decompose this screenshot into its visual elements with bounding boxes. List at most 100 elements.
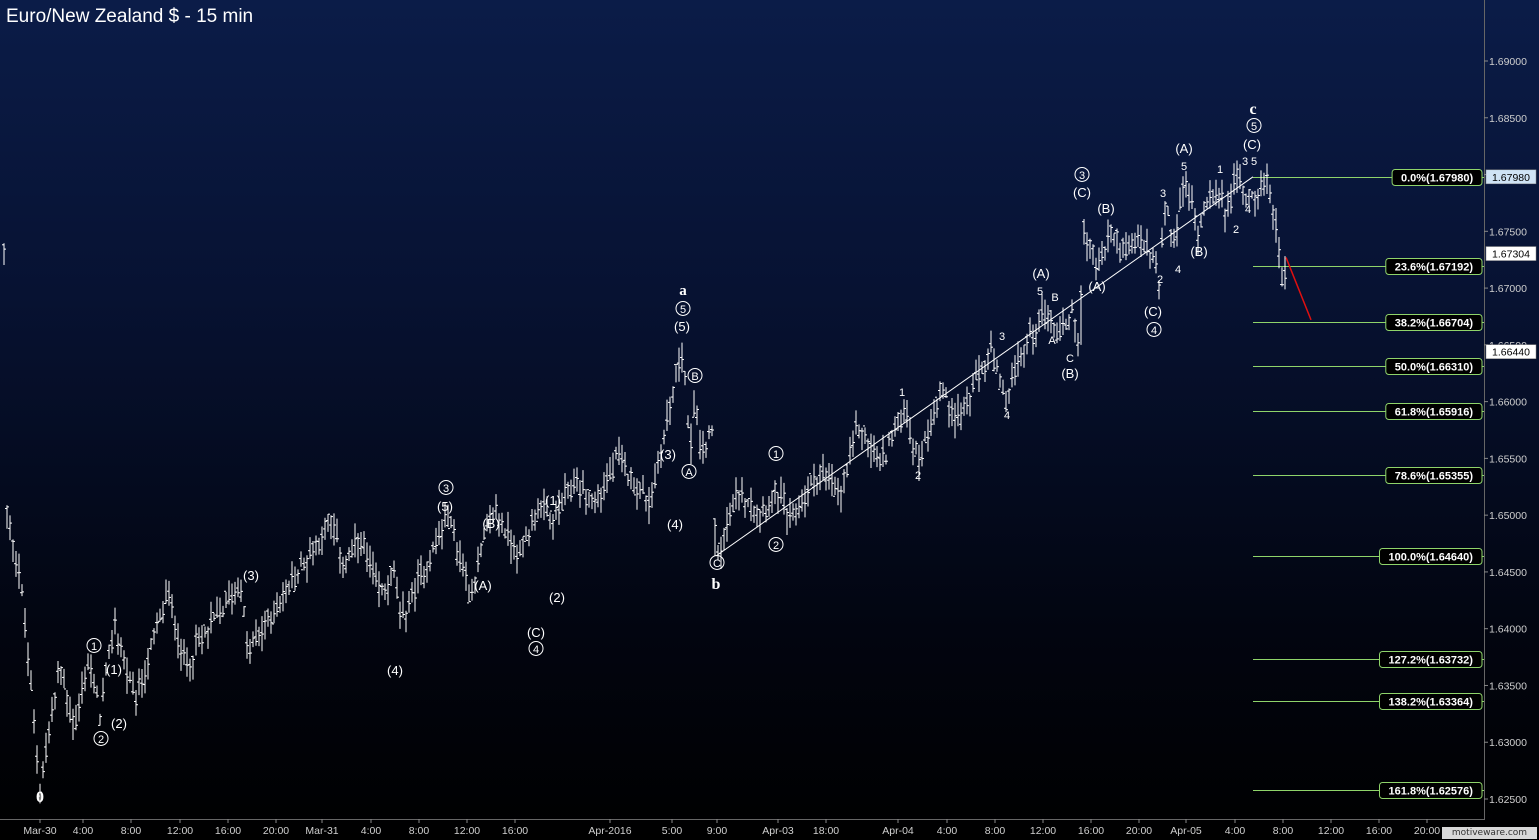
price-bar xyxy=(74,704,78,731)
svg-text:0: 0 xyxy=(36,789,44,806)
price-bar xyxy=(671,386,675,403)
svg-text:(1): (1) xyxy=(545,493,561,508)
wave-label: 4 xyxy=(528,640,544,656)
price-bar xyxy=(206,626,210,649)
x-tick-label: 8:00 xyxy=(985,825,1006,837)
price-bar xyxy=(713,518,717,557)
price-bar xyxy=(452,519,456,542)
price-bar xyxy=(218,597,222,625)
svg-text:4: 4 xyxy=(1175,264,1181,276)
price-bar xyxy=(395,576,399,599)
price-bar xyxy=(740,477,744,503)
price-bar xyxy=(920,440,924,467)
price-bar xyxy=(110,630,114,654)
price-bar xyxy=(8,515,12,541)
price-bar xyxy=(746,498,750,508)
price-bar xyxy=(632,477,636,496)
wave-label: b xyxy=(712,576,721,593)
price-bar xyxy=(1178,187,1182,212)
price-bar xyxy=(947,400,951,428)
price-bar xyxy=(125,657,129,694)
svg-text:(C): (C) xyxy=(1073,185,1091,200)
svg-text:(C): (C) xyxy=(1144,304,1162,319)
y-tick-label: 1.67000 xyxy=(1489,283,1527,295)
wave-label: 5 xyxy=(1181,161,1187,173)
price-bar xyxy=(1166,205,1170,217)
price-bar xyxy=(1274,208,1278,243)
price-bar xyxy=(353,523,357,558)
fib-label: 61.8%(1.65916) xyxy=(1395,407,1474,419)
price-bar xyxy=(731,494,735,513)
price-bar xyxy=(389,565,393,587)
price-bar xyxy=(401,591,405,619)
y-tick-label: 1.62500 xyxy=(1489,794,1527,806)
svg-text:2: 2 xyxy=(915,470,921,482)
price-bar xyxy=(581,470,585,494)
svg-text:(2): (2) xyxy=(111,716,127,731)
fib-label: 0.0%(1.67980) xyxy=(1401,173,1473,185)
wave-label: (C) xyxy=(1144,304,1162,319)
price-bar xyxy=(635,478,639,510)
wave-label: 5 xyxy=(1251,156,1257,168)
svg-text:4: 4 xyxy=(1151,325,1157,337)
price-bar xyxy=(1079,285,1083,345)
wave-label: 2 xyxy=(915,470,921,482)
price-bar xyxy=(1085,232,1089,262)
price-bar xyxy=(695,405,699,426)
wave-label: 1 xyxy=(1217,164,1223,176)
price-bar xyxy=(758,508,762,533)
fib-label: 127.2%(1.63732) xyxy=(1389,655,1474,667)
price-bar xyxy=(662,429,666,445)
price-bar xyxy=(683,370,687,386)
svg-text:(3): (3) xyxy=(243,568,259,583)
price-bar xyxy=(320,526,324,556)
price-bar xyxy=(1058,316,1062,341)
price-bar xyxy=(293,566,297,593)
price-bar xyxy=(725,506,729,542)
y-tick-label: 1.64000 xyxy=(1489,624,1527,636)
svg-text:1: 1 xyxy=(773,449,779,461)
price-bar xyxy=(134,689,138,716)
price-bar xyxy=(2,243,6,266)
svg-text:3: 3 xyxy=(1242,156,1248,168)
svg-text:1: 1 xyxy=(91,641,97,653)
price-bar xyxy=(188,658,192,682)
price-bar xyxy=(224,590,228,609)
price-bar xyxy=(575,467,579,492)
price-bar xyxy=(161,601,165,624)
price-bar xyxy=(596,484,600,508)
price-bar xyxy=(518,540,522,557)
price-bar xyxy=(620,444,624,473)
price-bar xyxy=(413,578,417,612)
svg-text:3: 3 xyxy=(1079,170,1085,182)
wave-label: (5) xyxy=(437,499,453,514)
price-bar xyxy=(872,435,876,462)
wave-label: (3) xyxy=(660,447,676,462)
svg-text:(B): (B) xyxy=(1190,244,1207,259)
wave-label: (3) xyxy=(243,568,259,583)
price-bar xyxy=(317,537,321,555)
price-bar xyxy=(221,605,225,618)
price-bar xyxy=(176,623,180,659)
price-bar xyxy=(533,509,537,531)
price-bar xyxy=(839,485,843,513)
price-bar xyxy=(833,476,837,497)
svg-text:(A): (A) xyxy=(1032,266,1049,281)
svg-text:3: 3 xyxy=(1160,188,1166,200)
price-bar xyxy=(515,544,519,574)
price-bar xyxy=(617,436,621,466)
price-bar xyxy=(50,696,54,723)
price-bar xyxy=(278,596,282,613)
price-bar xyxy=(341,556,345,578)
price-bar xyxy=(326,513,330,532)
wave-labels: 0 1 2 (1) (2) (3) (4) 3 (5) (A) (B) (C) 4 (1) (2) (3) (4… xyxy=(36,101,1262,806)
price-bar xyxy=(1097,247,1101,272)
price-bar xyxy=(407,590,411,613)
price-bar xyxy=(1013,355,1017,386)
price-bar xyxy=(80,671,84,704)
wave-label: (1) xyxy=(545,493,561,508)
svg-text:5: 5 xyxy=(1251,156,1257,168)
price-bar xyxy=(1118,242,1122,263)
price-bar xyxy=(77,693,81,722)
price-bar xyxy=(467,584,471,604)
